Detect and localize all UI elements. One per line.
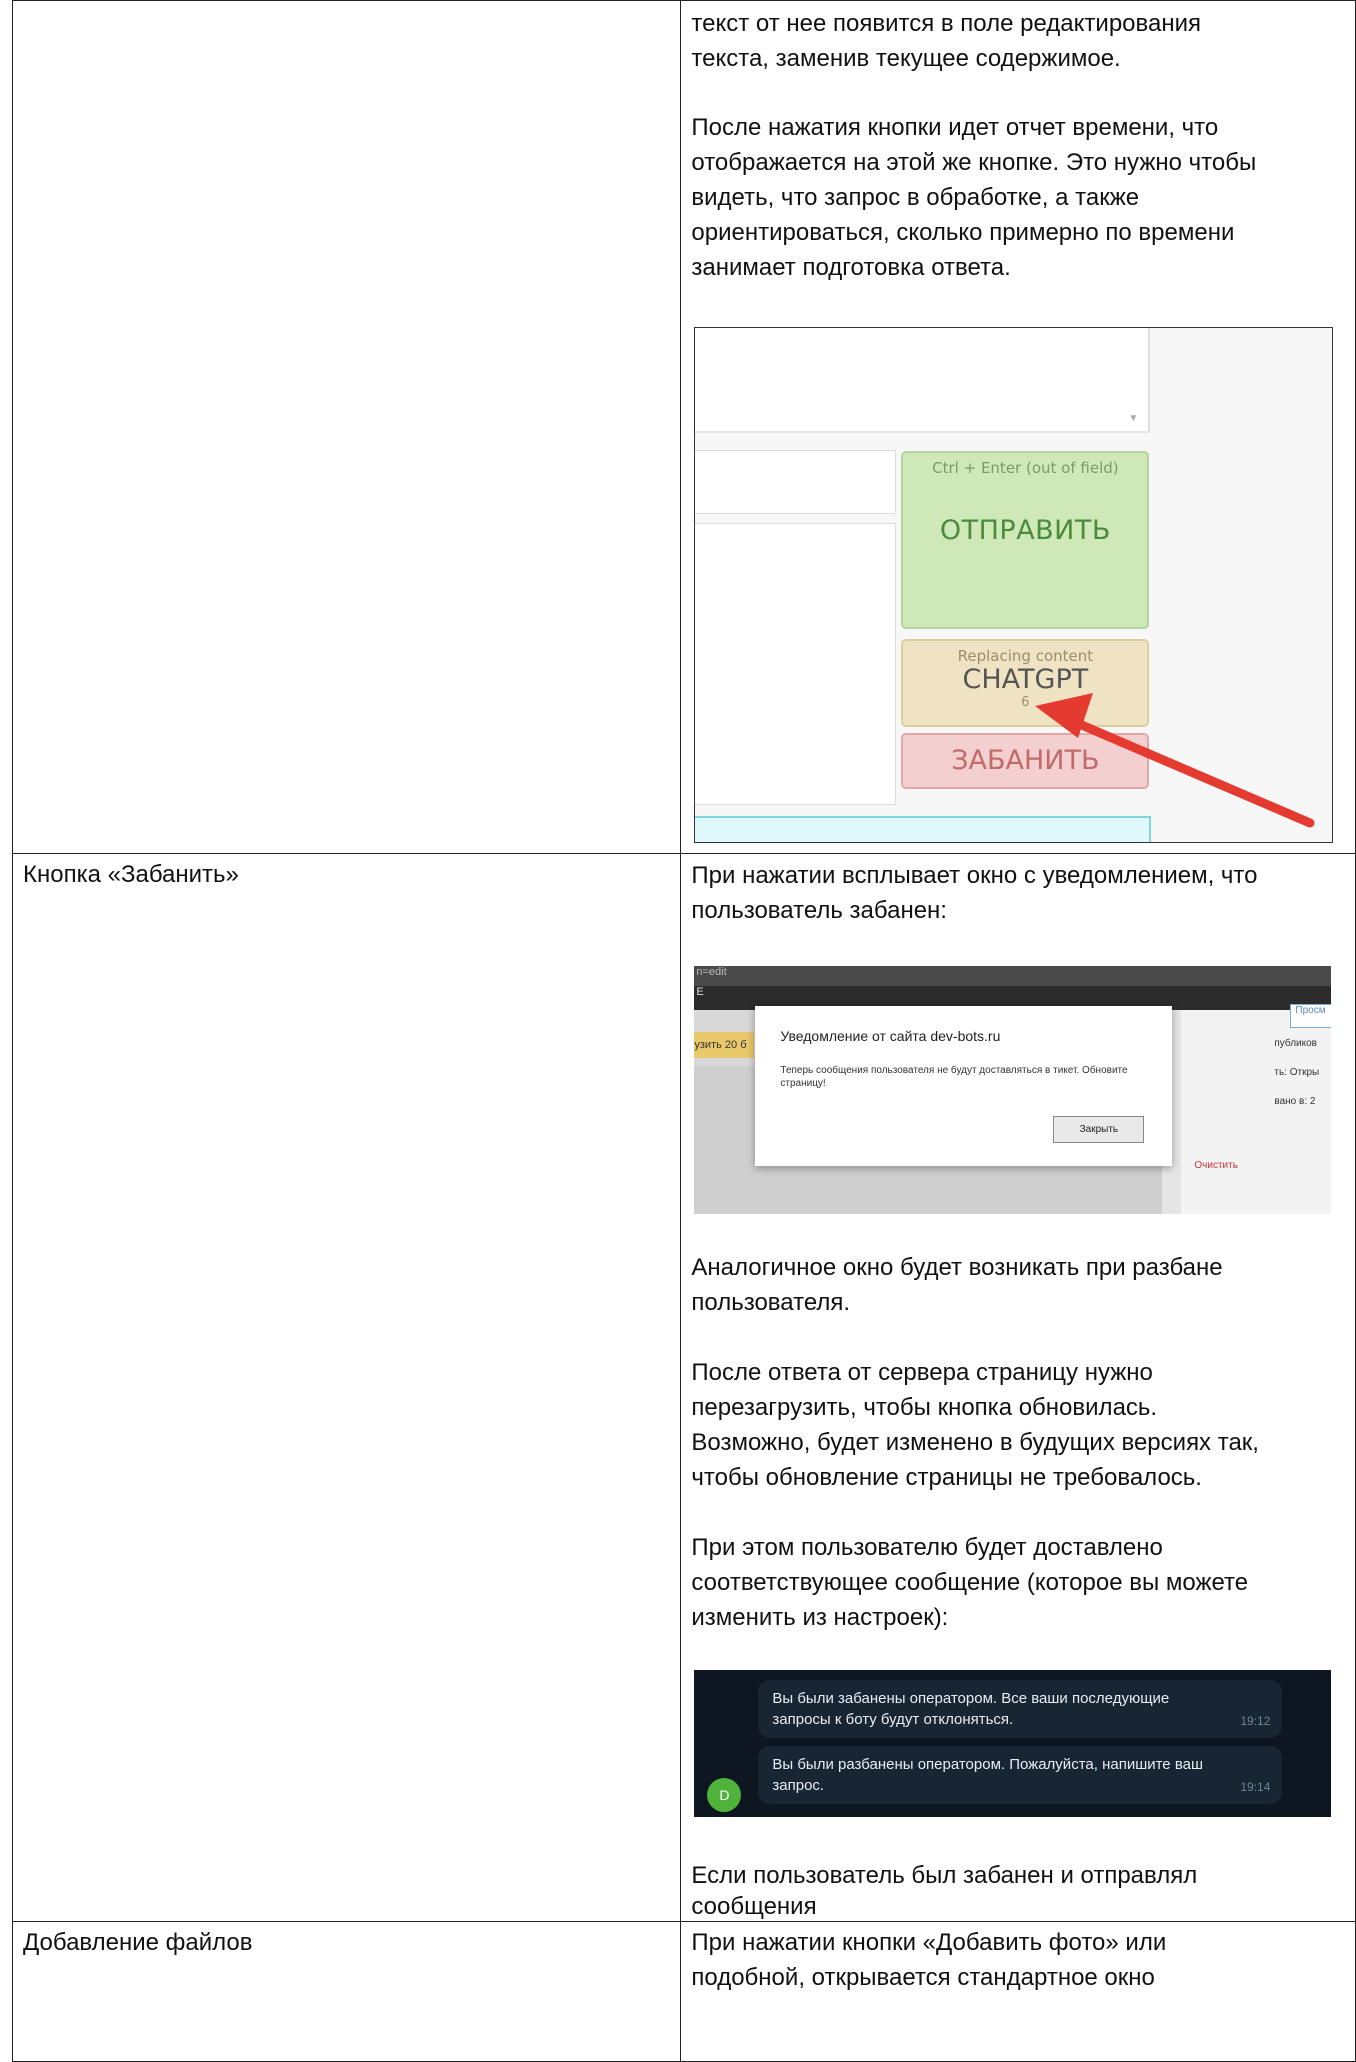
row2-intro-line: При нажатии всплывает окно с уведомление… — [691, 862, 1258, 889]
row2-last-line: Если пользователь был забанен и отправля… — [691, 1862, 1198, 1889]
telegram-chat-screenshot: Вы были забанены оператором. Все ваши по… — [694, 1670, 1332, 1817]
row1-para2-line: видеть, что запрос в обработке, а также — [691, 184, 1140, 211]
preview-button: Просм — [1290, 1004, 1332, 1028]
row3-content-cell: При нажатии кнопки «Добавить фото» или п… — [680, 1921, 1356, 2062]
row2-label: Кнопка «Забанить» — [23, 861, 239, 888]
chat-message-line: запросы к боту будут отклоняться. — [772, 1711, 1014, 1728]
chat-message-line: запрос. — [772, 1777, 825, 1794]
chatgpt-button-screenshot: ▼ Ctrl + Enter (out of field) ОТПРАВИТЬ … — [694, 327, 1334, 843]
message-time: 19:12 — [1240, 1714, 1271, 1728]
row2-msg-line: соответствующее сообщение (которое вы мо… — [691, 1569, 1249, 1596]
row2-reload-line: перезагрузить, чтобы кнопка обновилась. — [691, 1394, 1158, 1421]
row3-label: Добавление файлов — [23, 1929, 253, 1956]
row2-label-cell: Кнопка «Забанить» — [11, 853, 682, 1922]
row1-para2-line: отображается на этой же кнопке. Это нужн… — [691, 149, 1257, 176]
chat-message-line: Вы были забанены оператором. Все ваши по… — [772, 1690, 1170, 1707]
row2-reload-line: Возможно, будет изменено в будущих верси… — [691, 1429, 1259, 1456]
row2-msg-line: изменить из настроек): — [691, 1604, 949, 1631]
publish-fragment: публиков — [1274, 1038, 1317, 1049]
row1-text-line: текста, заменив текущее содержимое. — [691, 45, 1121, 72]
table-row: текст от нее появится в поле редактирова… — [11, 0, 1356, 854]
row2-unban-line: пользователя. — [691, 1289, 851, 1316]
row1-para2-line: После нажатия кнопки идет отчет времени,… — [691, 114, 1219, 141]
row3-label-cell: Добавление файлов — [11, 1921, 682, 2062]
row3-text-line: подобной, открывается стандартное окно — [691, 1964, 1155, 1991]
chat-message: Вы были забанены оператором. Все ваши по… — [758, 1680, 1283, 1738]
address-bar: n=edit — [694, 966, 1332, 986]
avatar: D — [707, 1778, 742, 1812]
dialog-close-button[interactable]: Закрыть — [1053, 1116, 1145, 1143]
row2-msg-line: При этом пользователю будет доставлено — [691, 1534, 1163, 1561]
alert-dialog: Уведомление от сайта dev-bots.ru Теперь … — [755, 1006, 1173, 1166]
row2-reload-line: чтобы обновление страницы не требовалось… — [691, 1464, 1202, 1491]
row2-content-cell: При нажатии всплывает окно с уведомление… — [680, 853, 1356, 1922]
row1-label-cell — [11, 0, 682, 854]
ban-notification-screenshot: n=edit E узить 20 б Просм публиков ть: О… — [694, 966, 1332, 1214]
dialog-title: Уведомление от сайта dev-bots.ru — [780, 1028, 1001, 1044]
status-fragment: ть: Откры — [1274, 1067, 1320, 1078]
row3-text-line: При нажатии кнопки «Добавить фото» или — [691, 1929, 1167, 1956]
row1-content-cell: текст от нее появится в поле редактирова… — [680, 0, 1356, 854]
row2-reload-line: После ответа от сервера страницу нужно — [691, 1359, 1153, 1386]
clear-link: Очистить — [1194, 1160, 1238, 1171]
row2-last-line: сообщения — [691, 1893, 817, 1920]
row1-para2-line: ориентироваться, сколько примерно по вре… — [691, 219, 1235, 246]
chat-message-line: Вы были разбанены оператором. Пожалуйста… — [772, 1756, 1203, 1773]
row1-para2-line: занимает подготовка ответа. — [691, 254, 1011, 281]
row2-intro-line: пользователь забанен: — [691, 897, 947, 924]
row2-unban-line: Аналогичное окно будет возникать при раз… — [691, 1254, 1223, 1281]
chat-message: Вы были разбанены оператором. Пожалуйста… — [758, 1746, 1283, 1804]
red-arrow-icon — [1035, 693, 1315, 828]
document-table: текст от нее появится в поле редактирова… — [11, 0, 1356, 2062]
row1-text-line: текст от нее появится в поле редактирова… — [691, 10, 1201, 37]
dialog-message: Теперь сообщения пользователя не будут д… — [780, 1065, 1128, 1089]
table-row: Кнопка «Забанить» При нажатии всплывает … — [11, 853, 1356, 1922]
message-time: 19:14 — [1240, 1780, 1271, 1794]
upload-button: узить 20 б — [694, 1032, 755, 1058]
table-row: Добавление файлов При нажатии кнопки «До… — [11, 1921, 1356, 2062]
published-fragment: вано в: 2 — [1274, 1096, 1316, 1107]
